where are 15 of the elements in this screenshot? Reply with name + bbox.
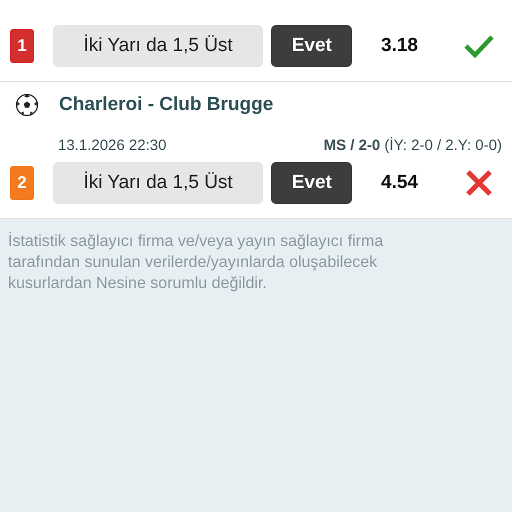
checkmark-icon bbox=[464, 34, 494, 58]
soccer-ball-icon bbox=[15, 93, 39, 117]
cross-icon bbox=[465, 169, 494, 197]
pick-label: Evet bbox=[271, 25, 352, 67]
pick-label: Evet bbox=[271, 162, 352, 204]
disclaimer-text: İstatistik sağlayıcı firma ve/veya yayın sağlayıcı firma tarafından sunulan verilerde/yayınlarda oluşabilecek kusurlardan Nesine sorumlu değildir. bbox=[8, 231, 384, 294]
bet-number: 2 bbox=[10, 166, 34, 200]
match-title[interactable]: Charleroi - Club Brugge bbox=[59, 94, 274, 116]
odds-value: 3.18 bbox=[380, 35, 419, 57]
odds-value: 4.54 bbox=[380, 172, 419, 194]
match-score: MS / 2-0 (İY: 2-0 / 2.Y: 0-0) bbox=[324, 137, 502, 156]
match-date: 13.1.2026 22:30 bbox=[58, 137, 166, 156]
bet-number: 1 bbox=[10, 29, 34, 63]
market-label: İki Yarı da 1,5 Üst bbox=[53, 162, 264, 204]
market-label: İki Yarı da 1,5 Üst bbox=[53, 25, 264, 67]
